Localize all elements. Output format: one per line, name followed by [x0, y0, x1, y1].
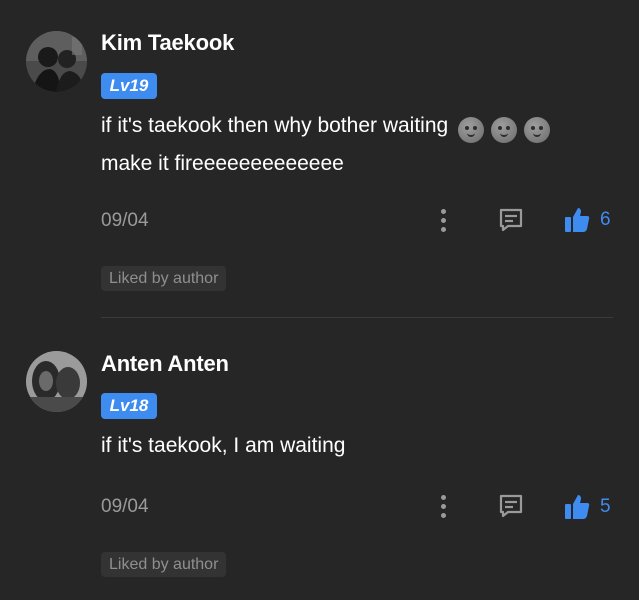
comment-text-line: if it's taekook, I am waiting: [101, 434, 346, 457]
avatar[interactable]: [26, 31, 87, 92]
comment-text-line: if it's taekook then why bother waiting: [101, 114, 449, 137]
smile-emoji-icon: [523, 117, 550, 144]
username[interactable]: Kim Taekook: [101, 30, 234, 56]
like-count: 5: [600, 496, 611, 517]
avatar[interactable]: [26, 351, 87, 412]
like-button[interactable]: 5: [562, 492, 611, 522]
level-badge: Lv18: [101, 393, 157, 419]
thumbs-up-icon: [565, 208, 590, 232]
level-badge: Lv19: [101, 73, 157, 99]
reply-button[interactable]: [496, 491, 526, 521]
comment-text: if it's taekook, I am waiting: [101, 429, 611, 463]
smile-emoji-icon: [490, 117, 517, 144]
liked-by-author-tag: Liked by author: [101, 266, 227, 291]
comment-date: 09/04: [101, 210, 149, 231]
comment-icon: [499, 494, 523, 518]
username[interactable]: Anten Anten: [101, 351, 229, 377]
comment-text: if it's taekook then why bother waiting …: [101, 109, 611, 181]
comment-date: 09/04: [101, 496, 149, 517]
comment-item: Anten Anten Lv18 if it's taekook, I am w…: [0, 318, 639, 600]
comment-icon: [499, 208, 523, 232]
more-options-button[interactable]: [434, 206, 454, 236]
reply-button[interactable]: [496, 205, 526, 235]
more-options-button[interactable]: [434, 492, 454, 522]
comment-text-line: make it fireeeeeeeeeeeee: [101, 152, 344, 175]
comment-feed: Kim Taekook Lv19 if it's taekook then wh…: [0, 0, 639, 600]
smile-emoji-icon: [458, 117, 485, 144]
like-count: 6: [600, 209, 611, 230]
like-button[interactable]: 6: [562, 205, 611, 235]
comment-item: Kim Taekook Lv19 if it's taekook then wh…: [0, 0, 639, 318]
liked-by-author-tag: Liked by author: [101, 552, 227, 577]
emoji-group: [458, 113, 551, 147]
thumbs-up-icon: [565, 495, 590, 519]
